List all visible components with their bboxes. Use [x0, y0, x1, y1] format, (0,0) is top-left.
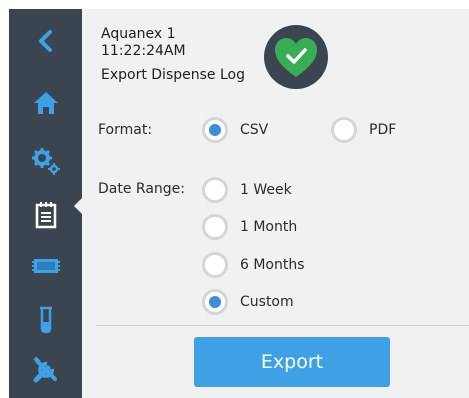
format-option-pdf[interactable]: PDF — [331, 117, 396, 143]
format-option-csv[interactable]: CSV — [202, 117, 268, 143]
format-option-label: PDF — [369, 122, 397, 138]
date-option-label: 1 Month — [240, 219, 298, 235]
export-button[interactable]: Export — [194, 337, 390, 387]
radio-pdf[interactable] — [331, 117, 357, 143]
radio-6-months[interactable] — [202, 252, 228, 278]
date-range-label: Date Range: — [98, 181, 186, 197]
screen-icon[interactable] — [9, 246, 82, 286]
date-option-1-month[interactable]: 1 Month — [202, 214, 297, 240]
date-option-1-week[interactable]: 1 Week — [202, 177, 292, 203]
date-option-6-months[interactable]: 6 Months — [202, 252, 305, 278]
beaker-icon[interactable] — [9, 300, 82, 340]
notepad-icon[interactable] — [9, 195, 82, 235]
device-name: Aquanex 1 — [101, 26, 176, 42]
check-heart-icon — [264, 25, 328, 89]
format-option-label: CSV — [240, 122, 269, 138]
date-option-custom[interactable]: Custom — [202, 289, 294, 315]
radio-custom[interactable] — [202, 289, 228, 315]
active-nav-indicator — [74, 197, 83, 215]
divider — [96, 325, 469, 326]
radio-csv[interactable] — [202, 117, 228, 143]
date-option-label: 6 Months — [240, 257, 305, 273]
home-icon[interactable] — [9, 83, 82, 123]
format-label: Format: — [98, 122, 153, 138]
back-chevron-icon[interactable] — [9, 21, 82, 61]
page-title: Export Dispense Log — [101, 67, 245, 83]
clock-time: 11:22:24AM — [101, 43, 186, 59]
date-option-label: 1 Week — [240, 182, 292, 198]
radio-1-week[interactable] — [202, 177, 228, 203]
settings-gears-icon[interactable] — [9, 141, 82, 181]
date-option-label: Custom — [240, 294, 294, 310]
radio-1-month[interactable] — [202, 214, 228, 240]
sidebar — [9, 9, 82, 398]
tools-icon[interactable] — [9, 350, 82, 390]
